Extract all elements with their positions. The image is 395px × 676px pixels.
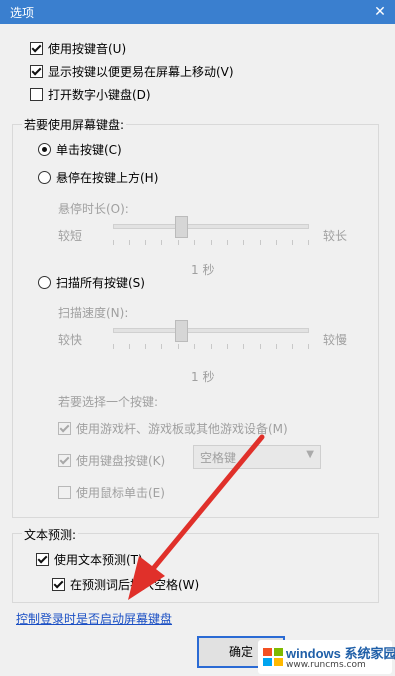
watermark-url: www.runcms.com [286,660,366,670]
watermark: windows 系统家园 www.runcms.com [258,640,395,674]
windows-logo-icon [263,648,283,666]
annotation-arrow-shaft [149,434,265,573]
annotation-arrow [128,434,265,600]
